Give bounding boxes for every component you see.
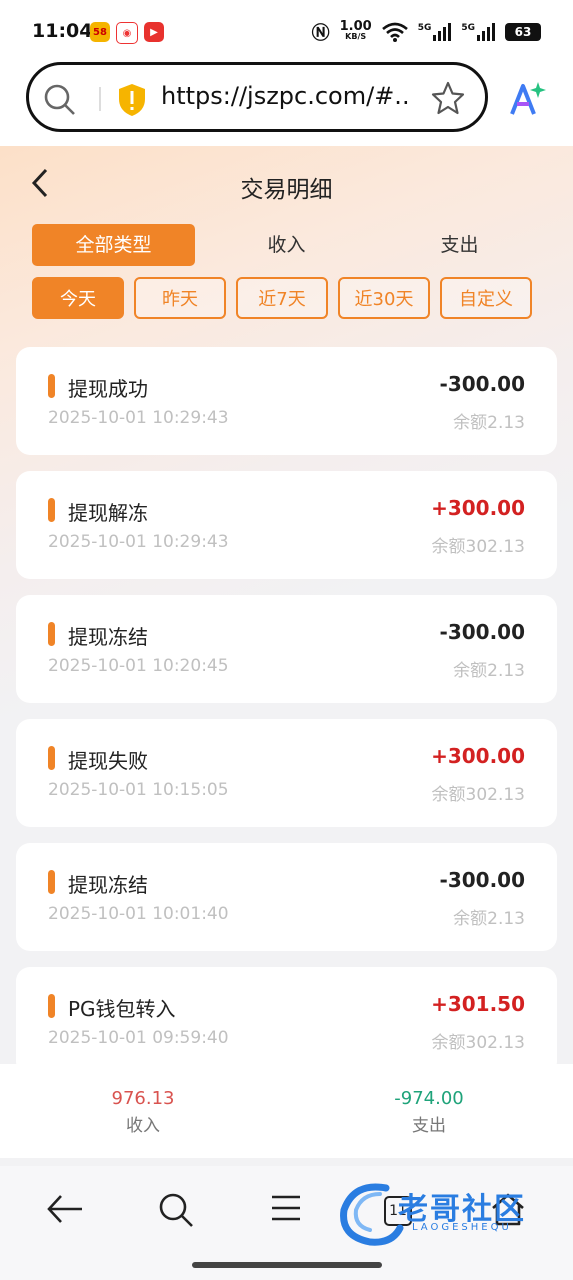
watermark-subtext: LAOGESHEQU xyxy=(412,1222,512,1233)
transaction-name: 提现冻结 xyxy=(68,625,148,649)
transaction-balance: 余额2.13 xyxy=(453,661,525,681)
transaction-date: 2025-10-01 09:59:40 xyxy=(48,1028,229,1048)
video-app-icon: ▶ xyxy=(144,22,164,42)
weibo-icon: ◉ xyxy=(116,22,138,44)
status-bar: 11:04 58 ◉ ▶ Ⓝ 1.00 KB/S 5G 5G 63 xyxy=(0,0,573,62)
card-accent-bar xyxy=(48,374,55,398)
notification-icons: 58 ◉ ▶ xyxy=(90,22,164,44)
browser-toolbar: https://jszpc.com/#... xyxy=(0,62,573,146)
transaction-date: 2025-10-01 10:15:05 xyxy=(48,780,229,800)
watermark-logo: 老哥社区 LAOGESHEQU xyxy=(336,1178,556,1248)
transaction-balance: 余额302.13 xyxy=(431,537,525,557)
card-accent-bar xyxy=(48,498,55,522)
dragon-logo-icon xyxy=(340,1183,404,1246)
transaction-card[interactable]: 提现解冻 +300.00 2025-10-01 10:29:43 余额302.1… xyxy=(16,471,557,579)
address-divider xyxy=(99,87,101,111)
expense-summary: -974.00 支出 xyxy=(286,1088,572,1136)
transaction-name: 提现成功 xyxy=(68,377,148,401)
income-total: 976.13 xyxy=(111,1088,175,1109)
transaction-amount: -300.00 xyxy=(439,868,525,892)
date-filters: 今天 昨天 近7天 近30天 自定义 xyxy=(32,277,532,319)
filter-30-days[interactable]: 近30天 xyxy=(338,277,430,319)
transaction-card[interactable]: 提现冻结 -300.00 2025-10-01 10:20:45 余额2.13 xyxy=(16,595,557,703)
transaction-name: 提现解冻 xyxy=(68,501,148,525)
card-accent-bar xyxy=(48,622,55,646)
transaction-amount: +300.00 xyxy=(431,496,525,520)
transaction-date: 2025-10-01 10:20:45 xyxy=(48,656,229,676)
transaction-name: 提现冻结 xyxy=(68,873,148,897)
signal-icon-1: 5G xyxy=(418,23,452,41)
transaction-page: 交易明细 全部类型 收入 支出 今天 昨天 近7天 近30天 自定义 提现成功 … xyxy=(0,146,573,1064)
card-accent-bar xyxy=(48,994,55,1018)
signal-icon-2: 5G xyxy=(461,23,495,41)
search-icon[interactable] xyxy=(43,83,77,117)
shield-warning-icon[interactable] xyxy=(117,83,147,117)
filter-yesterday[interactable]: 昨天 xyxy=(134,277,226,319)
address-bar[interactable]: https://jszpc.com/#... xyxy=(26,62,488,132)
expense-label: 支出 xyxy=(412,1116,446,1136)
transaction-amount: +300.00 xyxy=(431,744,525,768)
transaction-list: 提现成功 -300.00 2025-10-01 10:29:43 余额2.13 … xyxy=(16,347,557,1064)
nfc-icon: Ⓝ xyxy=(311,23,330,44)
tab-income[interactable]: 收入 xyxy=(205,224,368,266)
transaction-amount: +301.50 xyxy=(431,992,525,1016)
transaction-card[interactable]: 提现失败 +300.00 2025-10-01 10:15:05 余额302.1… xyxy=(16,719,557,827)
status-time: 11:04 xyxy=(32,20,93,42)
tab-expense[interactable]: 支出 xyxy=(378,224,541,266)
battery-icon: 63 xyxy=(505,23,541,41)
type-tabs: 全部类型 收入 支出 xyxy=(32,224,542,266)
url-text[interactable]: https://jszpc.com/#... xyxy=(161,82,411,110)
card-accent-bar xyxy=(48,746,55,770)
network-speed: 1.00 KB/S xyxy=(339,19,372,41)
income-label: 收入 xyxy=(126,1116,160,1136)
app58-icon: 58 xyxy=(90,22,110,42)
transaction-balance: 余额302.13 xyxy=(431,785,525,805)
transaction-date: 2025-10-01 10:01:40 xyxy=(48,904,229,924)
back-icon[interactable] xyxy=(46,1192,84,1226)
transaction-name: 提现失败 xyxy=(68,749,148,773)
transaction-name: PG钱包转入 xyxy=(68,997,176,1021)
transaction-card[interactable]: 提现成功 -300.00 2025-10-01 10:29:43 余额2.13 xyxy=(16,347,557,455)
expense-total: -974.00 xyxy=(394,1088,464,1109)
filter-custom[interactable]: 自定义 xyxy=(440,277,532,319)
transaction-amount: -300.00 xyxy=(439,620,525,644)
page-title: 交易明细 xyxy=(240,177,333,203)
transaction-balance: 余额2.13 xyxy=(453,909,525,929)
filter-7-days[interactable]: 近7天 xyxy=(236,277,328,319)
wifi-icon xyxy=(381,22,408,42)
transaction-card[interactable]: 提现冻结 -300.00 2025-10-01 10:01:40 余额2.13 xyxy=(16,843,557,951)
ai-assistant-icon[interactable] xyxy=(508,80,546,118)
income-summary: 976.13 收入 xyxy=(0,1088,286,1136)
menu-icon[interactable] xyxy=(270,1192,302,1224)
home-indicator[interactable] xyxy=(192,1262,382,1268)
filter-today[interactable]: 今天 xyxy=(32,277,124,319)
bookmark-star-icon[interactable] xyxy=(431,81,465,115)
tab-all-types[interactable]: 全部类型 xyxy=(32,224,195,266)
search-icon[interactable] xyxy=(158,1192,194,1228)
transaction-balance: 余额2.13 xyxy=(453,413,525,433)
transaction-date: 2025-10-01 10:29:43 xyxy=(48,408,229,428)
transaction-amount: -300.00 xyxy=(439,372,525,396)
transaction-balance: 余额302.13 xyxy=(431,1033,525,1053)
summary-footer: 976.13 收入 -974.00 支出 xyxy=(0,1064,573,1158)
browser-bottom-nav: 11 老哥社区 LAOGESHEQU xyxy=(0,1166,573,1280)
transaction-date: 2025-10-01 10:29:43 xyxy=(48,532,229,552)
card-accent-bar xyxy=(48,870,55,894)
transaction-card[interactable]: PG钱包转入 +301.50 2025-10-01 09:59:40 余额302… xyxy=(16,967,557,1064)
system-icons: Ⓝ 1.00 KB/S 5G 5G 63 xyxy=(312,19,541,45)
